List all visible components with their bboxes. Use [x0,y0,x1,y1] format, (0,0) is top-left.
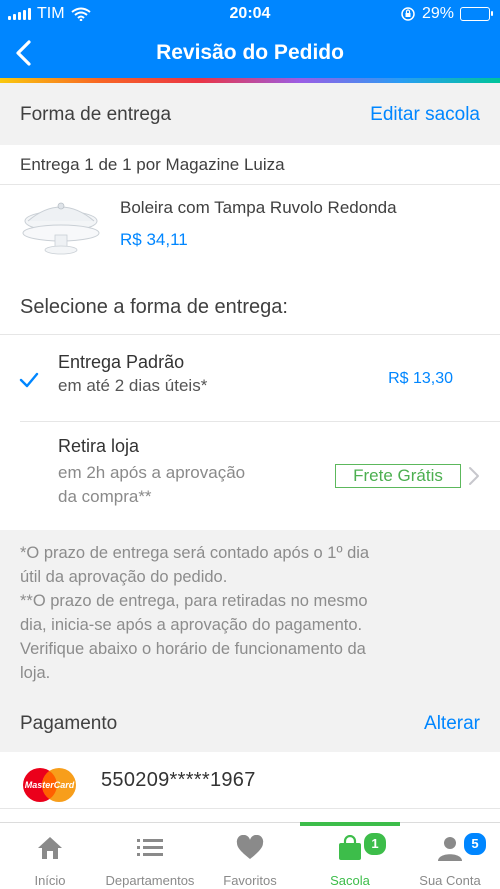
heart-icon [236,835,264,859]
note-line: Verifique abaixo o horário de funcioname… [20,640,366,658]
tab-account[interactable]: 5 Sua Conta [400,823,500,889]
chevron-right-icon [469,467,479,485]
battery-icon [460,7,493,21]
tab-label: Favoritos [223,873,277,888]
home-icon [38,837,62,859]
note-line: *O prazo de entrega será contado após o … [20,544,370,562]
delivery-option-store-pickup[interactable]: Retira loja em 2h após a aprovação da co… [0,422,500,530]
bag-icon [339,835,361,860]
tab-home[interactable]: Início [0,823,100,889]
delivery-option-standard[interactable]: Entrega Padrão em até 2 dias úteis* R$ 1… [0,335,500,421]
tab-label: Sacola [330,873,370,888]
product-price: R$ 34,11 [120,230,188,249]
payment-section-header: Pagamento Alterar [0,692,500,754]
account-notification-badge: 5 [462,831,488,857]
mastercard-logo: MasterCard [23,768,76,802]
battery-percent: 29% [421,5,454,22]
note-line: **O prazo de entrega, para retiradas no … [20,592,368,610]
option-price: R$ 13,30 [388,370,453,387]
shipment-seller: por Magazine Luiza [131,155,285,174]
note-line: loja. [20,664,51,682]
app-header: TIM 20:04 29% Revisão do Pedido [0,0,500,83]
shipment-card: Entrega 1 de 1 por Magazine Luiza Boleir… [0,145,500,530]
option-subtitle-line1: em 2h após a aprovação [58,463,246,482]
select-delivery-title: Selecione a forma de entrega: [20,296,288,318]
tab-bag[interactable]: 1 Sacola [300,822,400,889]
change-payment-link[interactable]: Alterar [424,713,480,735]
tab-bar: Início Departamentos Favoritos 1 Sacola … [0,822,500,889]
page-title: Revisão do Pedido [156,41,344,64]
status-bar: TIM 20:04 29% [0,0,500,28]
tab-departments[interactable]: Departamentos [100,823,200,889]
menu-icon [137,839,163,856]
tab-favorites[interactable]: Favoritos [200,823,300,889]
edit-bag-link[interactable]: Editar sacola [370,104,480,126]
status-right: 29% [400,5,493,23]
product-name: Boleira com Tampa Ruvolo Redonda [120,198,397,217]
shipment-count: Entrega 1 de 1 [20,155,132,174]
note-line: dia, inicia-se após a aprovação do pagam… [20,616,363,634]
note-line: útil da aprovação do pedido. [20,568,228,586]
option-title: Retira loja [58,436,140,456]
option-title: Entrega Padrão [58,352,185,372]
tab-label: Sua Conta [419,873,481,888]
payment-card[interactable]: MasterCard 550209*****1967 [0,752,500,827]
delivery-section-label: Forma de entrega [20,104,172,125]
delivery-section-header: Forma de entrega Editar sacola [0,83,500,145]
tab-label: Departamentos [105,873,195,888]
card-number: 550209*****1967 [101,769,256,791]
payment-section-label: Pagamento [20,713,118,734]
option-subtitle-line2: da compra** [58,487,152,506]
product-image [22,202,100,255]
free-shipping-badge: Frete Grátis [335,464,461,488]
option-subtitle: em até 2 dias úteis* [58,376,208,395]
tab-label: Início [34,873,66,888]
nav-row: Revisão do Pedido [0,28,500,78]
user-icon [438,837,462,861]
orientation-lock-icon [401,7,415,21]
svg-text:MasterCard: MasterCard [25,780,75,790]
bag-count-badge: 1 [362,831,388,857]
shipment-label: Entrega 1 de 1 por Magazine Luiza [20,155,285,175]
check-icon [19,372,39,388]
